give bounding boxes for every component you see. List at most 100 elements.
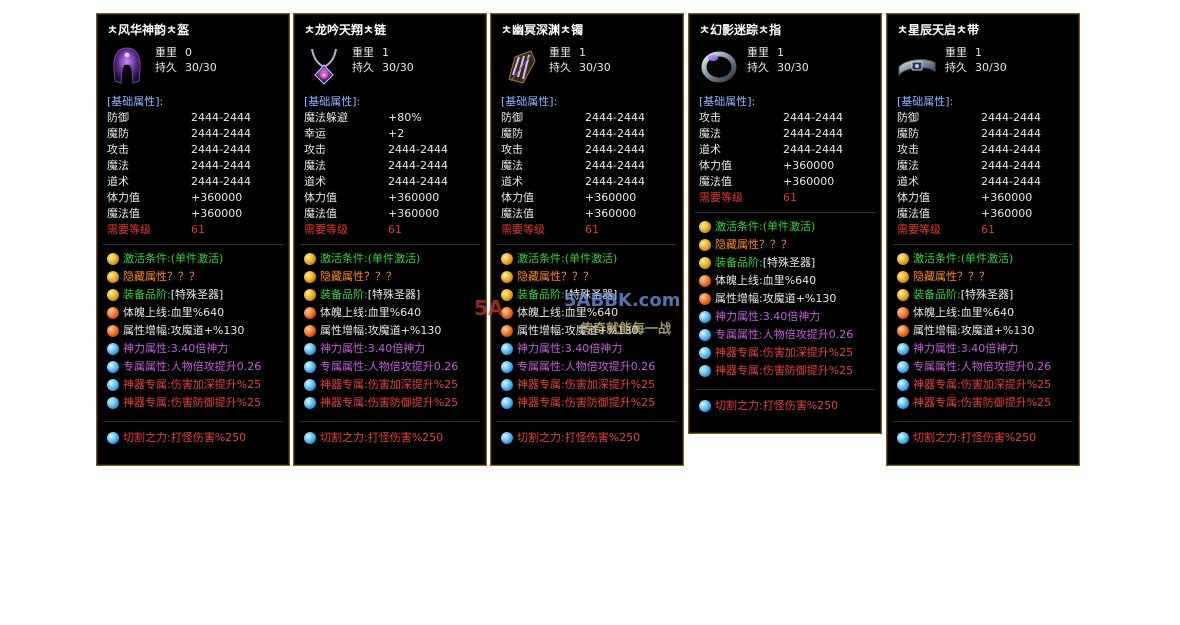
item-card-helmet[interactable]: ㅊ风华神韵ㅊ盔 重里 0 持久 30/30 [基础属性]: 防御 2444-2444 魔防 244… [96,13,290,466]
divider [103,421,283,422]
weight-line: 重里 1 [945,45,982,60]
blue-orb-icon [699,329,711,341]
attribute-row: 魔法 2444-2444 [304,158,486,174]
cut-power-value: 打怪伤害%250 [960,431,1037,444]
blue-orb-icon [897,379,909,391]
gold-orb-icon [107,289,119,301]
special-value: ？？？ [957,270,990,283]
orange-orb-icon [304,325,316,337]
special-attribute-row: 神器专属: 伤害加深提升%25 [689,344,881,362]
special-value: (单件激活) [762,220,816,233]
special-label: 神器专属: [320,378,368,391]
attribute-name: 魔防 [107,127,129,140]
special-attribute-row: 体魄上线: 血里%640 [491,304,683,322]
special-attribute-row: 隐藏属性？？？ [491,268,683,286]
blue-orb-icon [501,343,513,355]
attribute-name: 魔法值 [699,175,732,188]
special-label: 神器专属: [715,364,763,377]
special-value: 血里%640 [762,274,817,287]
special-label: 专属属性: [913,360,961,373]
item-header: 重里 1 持久 30/30 [294,43,486,91]
attribute-value: +360000 [783,159,835,172]
base-attributes: [基础属性]: 防御 2444-2444 魔防 2444-2444 攻击 2444-2444… [97,94,289,238]
attribute-row: 体力值 +360000 [897,190,1079,206]
durability-label: 持久 [155,61,177,74]
blue-orb-icon [897,343,909,355]
attribute-row: 魔法 2444-2444 [699,126,881,142]
blue-orb-icon [304,343,316,355]
gold-orb-icon [304,271,316,283]
cut-power-row: 切割之力: 打怪伤害%250 [97,429,289,447]
special-label: 隐藏属性 [517,270,561,283]
attribute-name: 攻击 [501,143,523,156]
special-value: 伤害防御提升%25 [367,396,459,409]
special-attribute-row: 激活条件: (单件激活) [294,250,486,268]
gold-orb-icon [699,239,711,251]
special-label: 装备品阶: [715,256,763,269]
orange-orb-icon [897,325,909,337]
divider [893,421,1073,422]
special-value: 伤害防御提升%25 [762,364,854,377]
item-title: ㅊ幻影迷踪ㅊ指 [699,23,782,37]
special-label: 属性增幅: [320,324,368,337]
special-label: 体魄上线: [320,306,368,319]
special-value: 人物倍攻提升0.26 [762,328,854,341]
blue-orb-icon [699,347,711,359]
blue-orb-icon [304,397,316,409]
special-attribute-row: 装备品阶: [特殊圣器] [97,286,289,304]
weight-value: 1 [975,46,982,59]
special-label: 激活条件: [913,252,961,265]
attribute-value: 2444-2444 [191,159,251,172]
durability-line: 持久 30/30 [155,60,217,75]
special-label: 装备品阶: [913,288,961,301]
item-card-bracelet[interactable]: ㅊ幽冥深渊ㅊ镯 重里 1 持久 30/30 [基础属性]: 防御 2444-2444 魔防 244… [490,13,684,466]
special-attribute-row: 神器专属: 伤害防御提升%25 [689,362,881,380]
attribute-name: 体力值 [897,191,930,204]
special-value: ？？？ [364,270,397,283]
special-attribute-row: 激活条件: (单件激活) [97,250,289,268]
attribute-row: 体力值 +360000 [107,190,289,206]
base-attributes: [基础属性]: 防御 2444-2444 魔防 2444-2444 攻击 2444-2444… [491,94,683,238]
base-attributes: [基础属性]: 防御 2444-2444 魔防 2444-2444 攻击 2444-2444… [887,94,1079,238]
item-card-belt[interactable]: ㅊ星辰天启ㅊ带 重里 1 持久 30/30 [基础属性]: 防御 2444-2444 魔防 244… [886,13,1080,466]
special-value: 血里%640 [367,306,422,319]
orange-orb-icon [699,275,711,287]
weight-label: 重里 [945,46,967,59]
special-attribute-row: 属性增幅: 攻魔道+%130 [689,290,881,308]
special-value: 伤害加深提升%25 [960,378,1052,391]
cut-power-label: 切割之力: [913,431,961,444]
durability-label: 持久 [945,61,967,74]
attribute-value: +360000 [191,191,243,204]
cut-power-value: 打怪伤害%250 [762,399,839,412]
attribute-value: 2444-2444 [191,111,251,124]
special-value: [特殊圣器] [367,288,421,301]
special-attribute-row: 神力属性: 3.40倍神力 [97,340,289,358]
attribute-value: 2444-2444 [191,143,251,156]
attribute-value: 2444-2444 [388,159,448,172]
special-attribute-row: 神器专属: 伤害加深提升%25 [294,376,486,394]
blue-orb-icon [501,379,513,391]
durability-line: 持久 30/30 [549,60,611,75]
special-attribute-row: 装备品阶: [特殊圣器] [294,286,486,304]
divider [893,244,1073,245]
attribute-row: 幸运 +2 [304,126,486,142]
attribute-name: 攻击 [304,143,326,156]
special-label: 专属属性: [517,360,565,373]
special-label: 神力属性: [320,342,368,355]
item-header: 重里 1 持久 30/30 [491,43,683,91]
weight-label: 重里 [352,46,374,59]
divider [497,244,677,245]
item-card-necklace[interactable]: ㅊ龙吟天翔ㅊ链 重里 1 持久 30/30 [基础属性]: 魔法躲避 +80% 幸运 +2 攻击 24… [293,13,487,466]
special-value: 攻魔道+%130 [170,324,245,337]
special-attribute-row: 神力属性: 3.40倍神力 [294,340,486,358]
blue-orb-icon [501,361,513,373]
weight-value: 1 [777,46,784,59]
attribute-row: 魔法值 +360000 [699,174,881,190]
divider [497,421,677,422]
special-value: 攻魔道+%130 [564,324,639,337]
cut-power-label: 切割之力: [517,431,565,444]
special-label: 属性增幅: [715,292,763,305]
item-title: ㅊ星辰天启ㅊ带 [897,23,980,37]
special-value: 攻魔道+%130 [762,292,837,305]
item-card-ring[interactable]: ㅊ幻影迷踪ㅊ指 重里 1 持久 30/30 [基础属性]: 攻击 2444-2444 魔法 244… [688,13,882,434]
